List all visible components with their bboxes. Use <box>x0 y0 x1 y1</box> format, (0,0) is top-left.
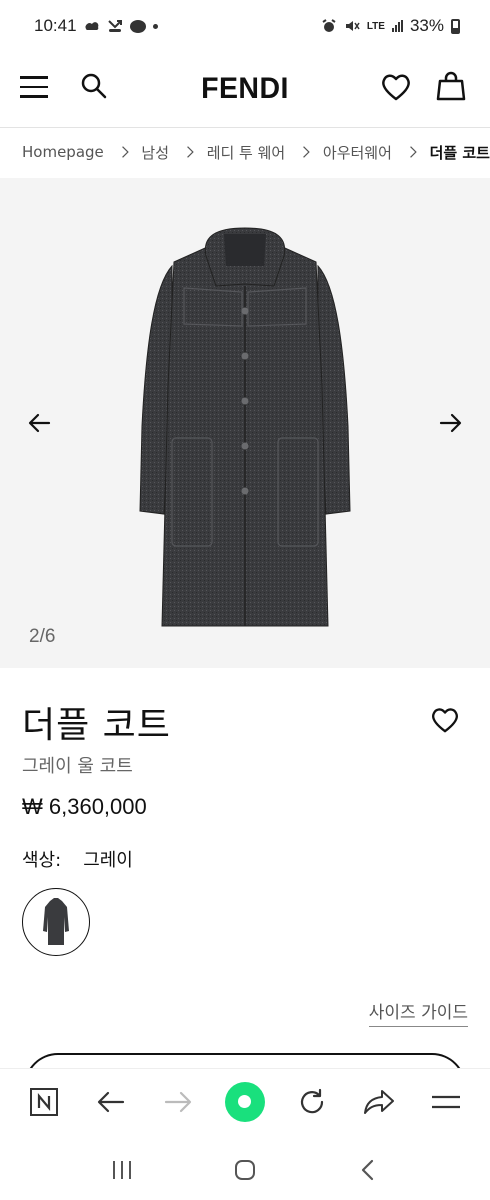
notification-dot-icon <box>152 23 158 29</box>
home-icon[interactable] <box>225 1150 265 1190</box>
swatch-coat-thumbnail <box>43 898 69 945</box>
product-price: ₩ 6,360,000 <box>22 794 147 819</box>
forward-arrow-icon[interactable] <box>158 1082 198 1122</box>
system-navigation <box>0 1140 490 1200</box>
chevron-right-icon <box>187 146 194 158</box>
breadcrumb: Homepage 남성 레디 투 웨어 아우터웨어 더플 코트 <box>22 128 490 176</box>
naver-home-icon[interactable] <box>24 1082 64 1122</box>
breadcrumb-ready-to-wear[interactable]: 레디 투 웨어 <box>207 142 286 163</box>
recent-apps-icon[interactable] <box>102 1150 142 1190</box>
heart-icon[interactable] <box>380 72 412 102</box>
color-value: 그레이 <box>83 850 133 871</box>
color-swatch-gray[interactable] <box>22 888 90 956</box>
menu-lines-icon[interactable] <box>426 1082 466 1122</box>
status-time: 10:41 <box>34 16 77 35</box>
arrow-right-icon[interactable] <box>437 410 463 436</box>
back-icon[interactable] <box>348 1150 388 1190</box>
share-icon[interactable] <box>359 1082 399 1122</box>
chevron-right-icon <box>303 146 310 158</box>
battery-icon <box>451 18 460 34</box>
refresh-icon[interactable] <box>292 1082 332 1122</box>
product-title: 더플 코트 <box>22 705 171 746</box>
browser-toolbar <box>0 1068 490 1134</box>
breadcrumb-men[interactable]: 남성 <box>141 142 169 163</box>
breadcrumb-current: 더플 코트 <box>429 143 490 162</box>
alarm-icon <box>322 19 336 32</box>
weather-icon <box>85 22 98 30</box>
mute-icon <box>345 21 360 31</box>
color-row: 색상: 그레이 <box>22 846 133 872</box>
size-guide-link[interactable]: 사이즈 가이드 <box>368 998 468 1027</box>
missed-call-icon <box>107 20 122 32</box>
status-bar: 10:41 LTE 33% <box>0 0 490 52</box>
bag-icon[interactable] <box>436 70 466 102</box>
battery-percent: 33% <box>409 16 444 35</box>
wishlist-heart-icon[interactable] <box>430 706 460 734</box>
image-counter: 2/6 <box>29 626 56 647</box>
chevron-right-icon <box>410 146 417 158</box>
product-subtitle: 그레이 울 코트 <box>22 756 133 777</box>
network-type: LTE <box>366 20 385 32</box>
product-gallery[interactable]: 2/6 <box>0 178 490 668</box>
chevron-right-icon <box>121 146 129 158</box>
signal-icon <box>391 20 403 32</box>
color-label: 색상: <box>22 850 62 871</box>
site-header: FENDI <box>0 54 490 126</box>
talk-icon <box>129 19 146 33</box>
green-dot-icon[interactable] <box>224 1081 265 1122</box>
arrow-left-icon[interactable] <box>27 410 53 436</box>
back-arrow-icon[interactable] <box>91 1082 131 1122</box>
product-image <box>139 227 351 627</box>
breadcrumb-outerwear[interactable]: 아우터웨어 <box>323 142 392 163</box>
breadcrumb-homepage[interactable]: Homepage <box>22 143 104 161</box>
